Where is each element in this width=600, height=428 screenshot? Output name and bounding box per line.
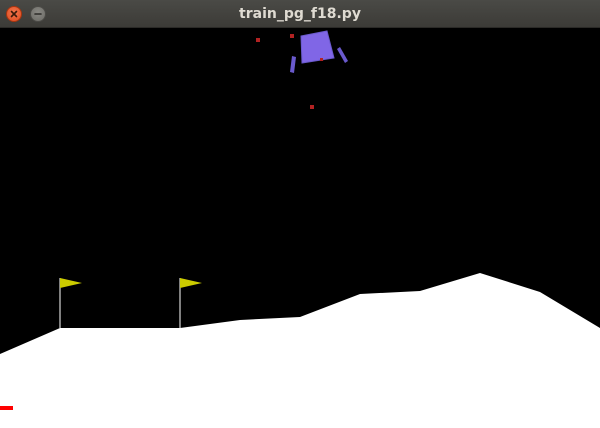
particle [256, 38, 260, 42]
particle [320, 58, 323, 61]
game-window: train_pg_f18.py [0, 0, 600, 428]
title-bar: train_pg_f18.py [0, 0, 600, 28]
particle [310, 105, 314, 109]
window-title: train_pg_f18.py [239, 6, 361, 22]
game-canvas [0, 28, 600, 428]
power-indicator [0, 406, 13, 410]
particle [290, 34, 294, 38]
